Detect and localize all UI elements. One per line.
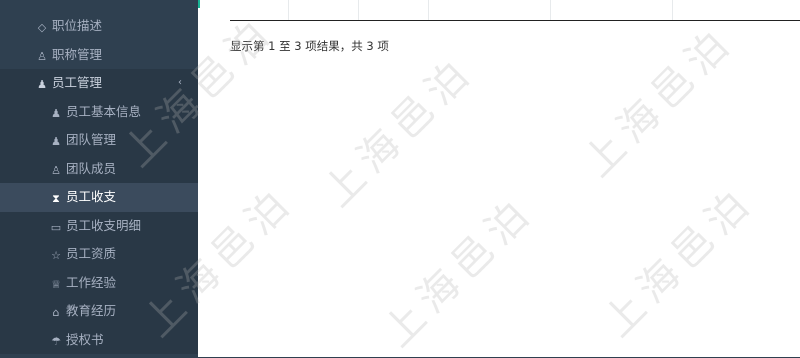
sidebar-item-label: 授权书 <box>66 331 104 347</box>
table-column-divider <box>550 0 551 20</box>
data-table-bottom <box>230 0 800 21</box>
pagination-info: 显示第 1 至 3 项结果，共 3 项 <box>230 39 389 53</box>
table-column-divider <box>672 0 673 20</box>
trophy-icon: ♕ <box>51 277 61 291</box>
user-lock-icon: ♟ <box>37 78 47 91</box>
main-content: 显示第 1 至 3 项结果，共 3 项 <box>200 0 800 358</box>
user-icon: ♟ <box>51 106 61 120</box>
sidebar-item-label: 工作经验 <box>66 274 117 290</box>
sidebar-item-label: 团队成员 <box>66 160 117 176</box>
sidebar-item-label: 员工资质 <box>66 246 117 261</box>
sidebar-item-education[interactable]: ⌂ 教育经历 <box>0 297 198 326</box>
table-column-divider <box>288 0 289 20</box>
chevron-left-icon: ‹ <box>178 77 182 88</box>
sidebar-item-label: 职位描述 <box>52 18 103 33</box>
sidebar-item-team-management[interactable]: ♟ 团队管理 <box>0 126 198 155</box>
diamond-icon: ◇ <box>37 21 47 34</box>
hourglass-icon: ⧗ <box>52 192 60 205</box>
sidebar-item-team-members[interactable]: ♙ 团队成员 <box>0 154 198 183</box>
sidebar: ◇ 职位描述 ♙ 职称管理 ♟ 员工管理 ‹ ♟ 员工基本信息 ♟ 团队管理 ♙ 团队成员 … <box>0 0 198 358</box>
graduation-cap-icon: ⌂ <box>52 306 60 319</box>
users-icon: ♟ <box>51 135 61 148</box>
umbrella-icon: ☂ <box>51 334 61 348</box>
sidebar-item-work-experience[interactable]: ♕ 工作经验 <box>0 268 198 297</box>
book-open-icon: ▭ <box>50 220 62 234</box>
sidebar-item-employee-income-expense-detail[interactable]: ▭ 员工收支明细 <box>0 211 198 240</box>
sidebar-item-employee-qualification[interactable]: ☆ 员工资质 <box>0 240 198 269</box>
star-outline-icon: ☆ <box>51 249 61 262</box>
sidebar-menu: ◇ 职位描述 ♙ 职称管理 ♟ 员工管理 ‹ ♟ 员工基本信息 ♟ 团队管理 ♙ 团队成员 … <box>0 12 198 354</box>
user-outline-icon: ♙ <box>51 163 61 177</box>
sidebar-item-employee-income-expense[interactable]: ⧗ 员工收支 <box>0 183 198 212</box>
sidebar-item-label: 员工管理 <box>52 75 103 90</box>
sidebar-item-authorization[interactable]: ☂ 授权书 <box>0 325 198 354</box>
sidebar-item-label: 员工收支明细 <box>66 217 142 233</box>
sidebar-item-label: 团队管理 <box>66 132 117 147</box>
sidebar-item-label: 员工基本信息 <box>66 103 142 119</box>
sidebar-item-label: 职称管理 <box>52 46 103 62</box>
sidebar-item-employee-basic-info[interactable]: ♟ 员工基本信息 <box>0 97 198 126</box>
table-column-divider <box>358 0 359 20</box>
sidebar-item-job-description[interactable]: ◇ 职位描述 <box>0 12 198 41</box>
sidebar-item-label: 教育经历 <box>66 303 117 318</box>
user-group-icon: ♙ <box>37 49 47 63</box>
table-column-divider <box>428 0 429 20</box>
sidebar-item-employee-management[interactable]: ♟ 员工管理 ‹ <box>0 69 198 98</box>
sidebar-item-title-management[interactable]: ♙ 职称管理 <box>0 41 198 70</box>
sidebar-item-label: 员工收支 <box>66 189 117 204</box>
